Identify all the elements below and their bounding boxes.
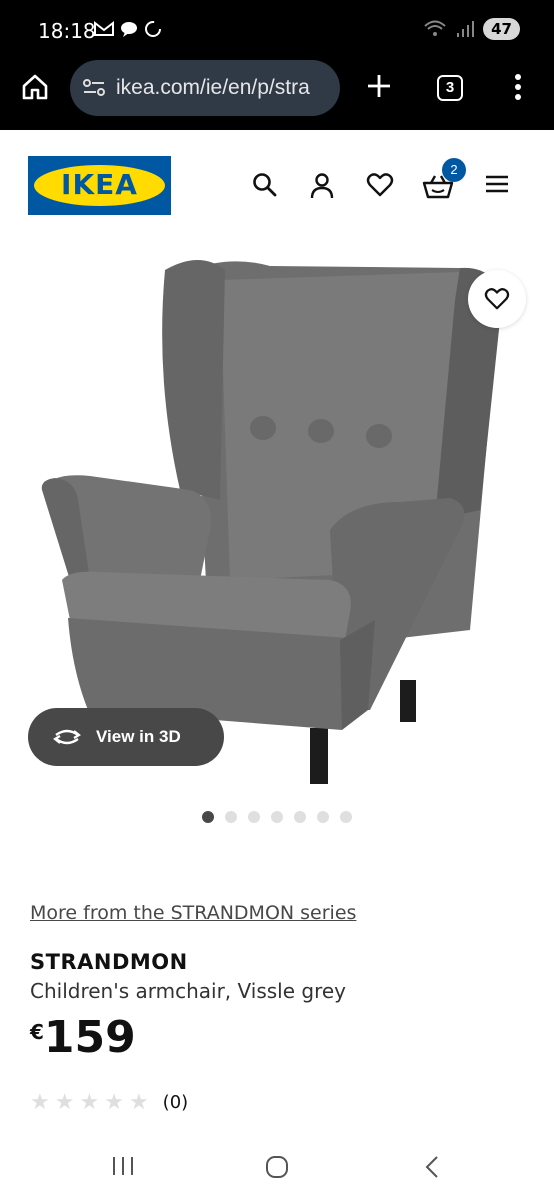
- view-in-3d-label: View in 3D: [96, 727, 181, 746]
- account-icon[interactable]: [309, 172, 335, 200]
- star-icon: ★: [30, 1090, 50, 1115]
- gallery-dot-4[interactable]: [271, 811, 283, 823]
- more-icon[interactable]: [508, 72, 528, 102]
- heart-icon: [484, 288, 510, 310]
- rotate-3d-icon: [53, 729, 81, 745]
- browser-toolbar: ikea.com/ie/en/p/stra 3: [0, 58, 554, 130]
- gallery-pagination: [202, 811, 352, 823]
- gallery-dot-1[interactable]: [202, 811, 214, 823]
- signal-icon: [457, 21, 475, 37]
- product-description: Children's armchair, Vissle grey: [30, 979, 346, 1003]
- ikea-logo[interactable]: IKEA: [28, 156, 171, 215]
- gallery-dot-5[interactable]: [294, 811, 306, 823]
- price-amount: 159: [43, 1012, 136, 1063]
- notification-icons: [93, 19, 163, 39]
- sync-icon: [145, 21, 161, 37]
- product-price: €159: [30, 1012, 136, 1063]
- view-in-3d-button[interactable]: View in 3D: [28, 708, 224, 766]
- wishlist-icon[interactable]: [366, 172, 394, 198]
- recent-apps-icon[interactable]: [110, 1154, 136, 1178]
- search-icon[interactable]: [252, 172, 278, 198]
- gmail-icon: [94, 20, 114, 36]
- site-header: IKEA: [0, 130, 554, 230]
- gallery-dot-2[interactable]: [225, 811, 237, 823]
- new-tab-icon[interactable]: [365, 72, 393, 100]
- address-bar[interactable]: ikea.com/ie/en/p/stra: [70, 60, 340, 116]
- series-link[interactable]: More from the STRANDMON series: [30, 902, 356, 924]
- menu-icon[interactable]: [484, 172, 510, 196]
- star-icon: ★: [128, 1090, 149, 1115]
- site-settings-icon[interactable]: [82, 77, 106, 99]
- status-bar: 18:18 47: [0, 0, 554, 58]
- system-navigation-bar: [0, 1134, 554, 1200]
- star-icon: ★: [79, 1090, 100, 1115]
- gallery-dot-3[interactable]: [248, 811, 260, 823]
- rating-count: (0): [162, 1092, 189, 1113]
- basket-count-badge: 2: [442, 158, 466, 182]
- home-nav-icon[interactable]: [264, 1154, 290, 1180]
- wifi-icon: [424, 20, 446, 36]
- product-rating[interactable]: ★ ★ ★ ★ ★ (0): [30, 1090, 188, 1115]
- back-icon[interactable]: [420, 1154, 444, 1180]
- save-to-wishlist-button[interactable]: [468, 270, 526, 328]
- gallery-dot-7[interactable]: [340, 811, 352, 823]
- battery-level: 47: [483, 18, 520, 40]
- url-text: ikea.com/ie/en/p/stra: [116, 76, 310, 99]
- gallery-dot-6[interactable]: [317, 811, 329, 823]
- star-icon: ★: [104, 1090, 124, 1115]
- chat-icon: [121, 22, 137, 37]
- tabs-button[interactable]: 3: [437, 75, 463, 101]
- product-name: STRANDMON: [30, 950, 188, 974]
- price-currency: €: [30, 1020, 44, 1044]
- home-icon[interactable]: [20, 72, 50, 102]
- status-time: 18:18: [38, 19, 96, 43]
- star-icon: ★: [54, 1090, 75, 1115]
